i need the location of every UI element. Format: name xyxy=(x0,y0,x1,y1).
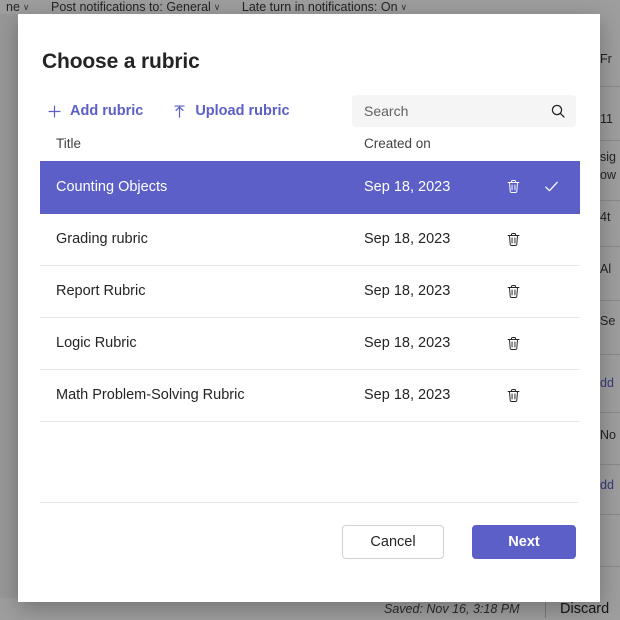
table-row[interactable]: Counting Objects Sep 18, 2023 xyxy=(40,161,580,214)
rubric-title: Counting Objects xyxy=(40,161,358,214)
rubric-title: Report Rubric xyxy=(40,265,358,318)
table-header-row: Title Created on xyxy=(40,128,580,161)
rubric-created-on: Sep 18, 2023 xyxy=(358,161,498,214)
rubric-title: Grading rubric xyxy=(40,213,358,266)
row-actions xyxy=(498,317,580,370)
rubric-title: Logic Rubric xyxy=(40,317,358,370)
cancel-button[interactable]: Cancel xyxy=(342,525,444,559)
upload-rubric-button[interactable]: Upload rubric xyxy=(165,100,295,122)
trash-icon[interactable] xyxy=(502,176,524,198)
rubric-created-on: Sep 18, 2023 xyxy=(358,369,498,422)
checkmark-icon[interactable] xyxy=(540,176,562,198)
row-actions xyxy=(498,265,580,318)
dialog-toolbar: Add rubric Upload rubric xyxy=(18,94,600,128)
table-body: Counting Objects Sep 18, 2023 Grading ru… xyxy=(40,161,580,422)
trash-icon[interactable] xyxy=(502,332,524,354)
table-row[interactable]: Logic Rubric Sep 18, 2023 xyxy=(40,317,580,370)
dialog-title: Choose a rubric xyxy=(42,50,200,73)
add-rubric-label: Add rubric xyxy=(70,103,144,119)
rubric-table: Title Created on Counting Objects Sep 18… xyxy=(40,128,580,422)
rubric-created-on: Sep 18, 2023 xyxy=(358,317,498,370)
rubric-table-container: Title Created on Counting Objects Sep 18… xyxy=(18,128,600,502)
table-row[interactable]: Grading rubric Sep 18, 2023 xyxy=(40,213,580,266)
row-actions xyxy=(498,369,580,422)
column-header-title: Title xyxy=(56,136,82,151)
rubric-created-on: Sep 18, 2023 xyxy=(358,265,498,318)
row-actions xyxy=(498,213,580,266)
next-button[interactable]: Next xyxy=(472,525,576,559)
column-header-created-on: Created on xyxy=(364,136,431,151)
table-row[interactable]: Math Problem-Solving Rubric Sep 18, 2023 xyxy=(40,369,580,422)
choose-rubric-dialog: Choose a rubric Add rubric Upload rubric xyxy=(18,14,600,602)
search-input[interactable] xyxy=(352,95,576,127)
rubric-title: Math Problem-Solving Rubric xyxy=(40,369,358,422)
plus-icon xyxy=(46,103,62,119)
add-rubric-button[interactable]: Add rubric xyxy=(40,100,149,122)
row-actions xyxy=(498,161,580,214)
dialog-footer: Cancel Next xyxy=(40,502,578,602)
trash-icon[interactable] xyxy=(502,280,524,302)
trash-icon[interactable] xyxy=(502,384,524,406)
search-box xyxy=(352,95,576,127)
column-header-actions xyxy=(498,128,580,161)
rubric-created-on: Sep 18, 2023 xyxy=(358,213,498,266)
trash-icon[interactable] xyxy=(502,228,524,250)
upload-arrow-icon xyxy=(171,103,187,119)
table-row[interactable]: Report Rubric Sep 18, 2023 xyxy=(40,265,580,318)
upload-rubric-label: Upload rubric xyxy=(195,103,290,119)
